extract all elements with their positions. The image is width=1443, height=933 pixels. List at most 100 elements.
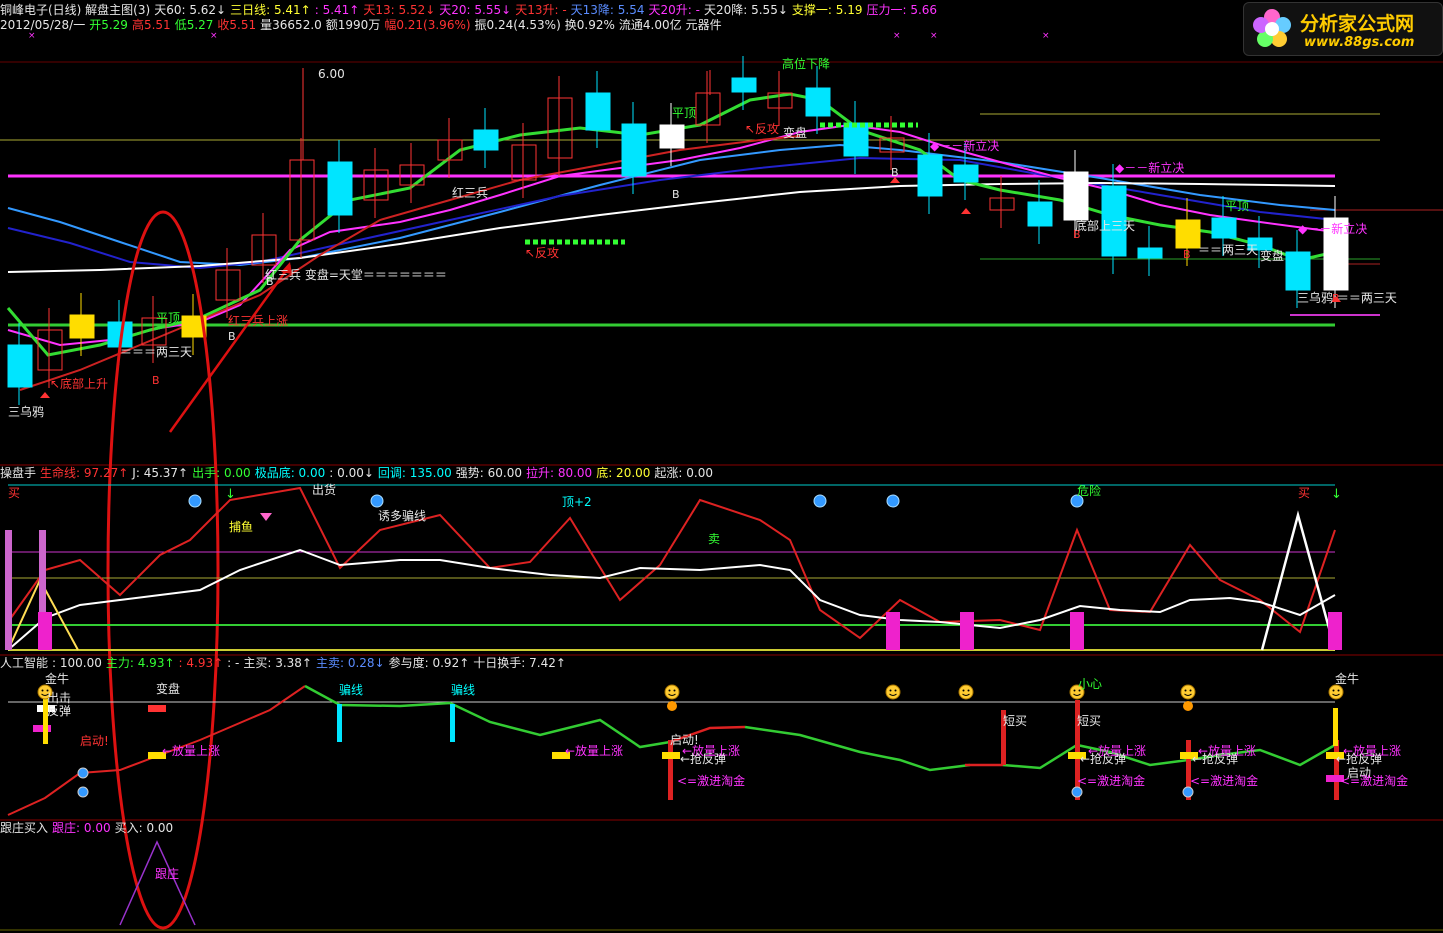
panel2-header-item: 底: 20.00: [596, 466, 651, 480]
smiley-eye: [889, 689, 892, 692]
header-line1-item: 天60: 5.62↓: [154, 3, 227, 17]
blue-orb-icon: [1071, 786, 1083, 798]
blue-orb-icon: [77, 767, 89, 779]
panel3-header-item: 主卖: 0.28↓: [315, 656, 385, 670]
chart-annotation: 出货: [312, 483, 337, 497]
header-line1-item: 天20升: -: [648, 3, 700, 17]
chart-annotation: <=激进淘金: [1340, 774, 1409, 788]
chart-annotation: ←抢反弹: [1080, 752, 1127, 766]
down-arrow-icon: ↓: [225, 487, 236, 502]
panel2-header-item: 强势: 60.00: [455, 466, 522, 480]
chart-annotation: 6.00: [318, 67, 345, 81]
chart-annotation: 变盘: [156, 682, 181, 696]
smiley-icon: [958, 684, 974, 700]
candle-body: [953, 164, 979, 183]
header-line1-item: 天13: 5.52↓: [363, 3, 436, 17]
chart-annotation: 跟庄: [155, 867, 180, 881]
chart-annotation: ↖底部上升: [50, 377, 109, 391]
chart-annotation: 捕鱼: [229, 520, 254, 534]
panel2-header-item: 回调: 135.00: [377, 466, 452, 480]
candle-body: [1285, 251, 1311, 291]
candle-body: [659, 124, 685, 149]
header-line2-item: 收5.51: [217, 18, 257, 32]
chart-annotation: 短买: [1003, 714, 1028, 728]
candle-body: [69, 314, 95, 339]
candle-body: [215, 269, 241, 301]
signal-bar: [960, 612, 974, 650]
chart-annotation: 红三兵上涨: [228, 314, 289, 328]
smiley-icon: [1180, 684, 1196, 700]
chart-annotation: 骗线: [451, 683, 476, 697]
x-marker: ×: [1042, 31, 1050, 41]
lifeline-series: [7, 486, 1336, 640]
signal-bar: [38, 612, 52, 650]
smiley-eye: [1337, 689, 1340, 692]
candle-body: [843, 122, 869, 157]
b-marker: B: [152, 374, 160, 387]
chart-annotation: 平顶: [1225, 199, 1250, 213]
panel3-header: 人工智能: 100.00 主力: 4.93↑: 4.93↑: - 主买: 3.38↑…: [0, 656, 570, 670]
signal-bar: [886, 612, 900, 650]
chart-annotation: ◆－－新立决: [930, 139, 1000, 153]
signal-bar: [1333, 708, 1338, 746]
header-line2-item: 振0.24(4.53%): [474, 18, 561, 32]
header-line2-item: 额1990万: [325, 18, 381, 32]
chart-annotation: ←放量上涨: [565, 744, 624, 758]
flower-logo-icon: [1253, 9, 1291, 47]
chart-annotation: 金牛: [45, 672, 70, 686]
signal-bar: [668, 740, 673, 800]
x-marker: ×: [28, 31, 36, 41]
chart-annotation: 三乌鸦: [8, 405, 45, 419]
chart-annotation: 启动!: [80, 734, 109, 748]
header-line1-item: 天20降: 5.55↓: [703, 3, 788, 17]
candle-body: [917, 154, 943, 197]
smiley-eye: [1184, 689, 1187, 692]
smiley-eye: [1332, 689, 1335, 692]
header-line-1: 铜峰电子(日线) 解盘主图(3) 天60: 5.62↓ 三日线: 5.41↑: 5.…: [0, 3, 941, 17]
up-arrow-icon: [961, 208, 971, 214]
smiley-eye: [668, 689, 671, 692]
x-marker: ×: [210, 31, 218, 41]
panel4-header-item: 买入: 0.00: [114, 821, 174, 835]
candle-body: [473, 129, 499, 151]
logo-url: www.88gs.com: [1304, 35, 1415, 50]
panel2-header-item: 操盘手: [0, 466, 37, 480]
candle-body: [1063, 171, 1089, 221]
header-line2-item: 高5.51: [131, 18, 171, 32]
chart-annotation: 危险: [1077, 484, 1102, 498]
candle-body: [327, 161, 353, 216]
chart-annotation: ←抢反弹: [1192, 752, 1239, 766]
panel2-header: 操盘手 生命线: 97.27↑ J: 45.37↑ 出手: 0.00 极品底: 0.00…: [0, 466, 717, 480]
blue-orb-icon: [1182, 786, 1194, 798]
chart-annotation: 变盘: [1260, 249, 1285, 263]
smiley-eye: [673, 689, 676, 692]
candle-body: [1175, 219, 1201, 249]
chart-annotation: 买: [8, 486, 21, 500]
smiley-eye: [962, 689, 965, 692]
smiley-eye: [967, 689, 970, 692]
chart-annotation: 诱多骗线: [378, 509, 427, 523]
chart-annotation: ＝＝两三天: [1198, 243, 1259, 257]
signal-block: [148, 705, 166, 712]
header-line2-item: 流通4.00亿: [618, 18, 682, 32]
candle-body: [805, 87, 831, 117]
chart-annotation: ←抢反弹: [1336, 752, 1383, 766]
chart-annotation: 红三兵: [452, 186, 489, 200]
chart-annotation: ↖反攻: [745, 122, 780, 136]
chart-annotation: ←放量上涨: [162, 744, 221, 758]
chart-annotation: 骗线: [339, 683, 364, 697]
smiley-icon: [885, 684, 901, 700]
signal-block: [33, 725, 51, 732]
x-marker: ×: [893, 31, 901, 41]
ai-series-green: [744, 725, 971, 772]
chart-annotation: 平顶: [672, 106, 697, 120]
signal-block: [662, 752, 680, 759]
panel4-header: 跟庄买入 跟庄: 0.00 买入: 0.00: [0, 821, 177, 835]
ai-series-green: [1002, 743, 1336, 770]
chart-annotation: 高位下降: [782, 57, 831, 71]
panel4-header-item: 跟庄买入: [0, 821, 49, 835]
panel2-header-item: J: 45.37↑: [132, 466, 189, 480]
smiley-icon: [664, 684, 680, 700]
header-line1-item: 铜峰电子(日线) 解盘主图(3): [0, 3, 151, 17]
chart-annotation: 金牛: [1335, 672, 1360, 686]
